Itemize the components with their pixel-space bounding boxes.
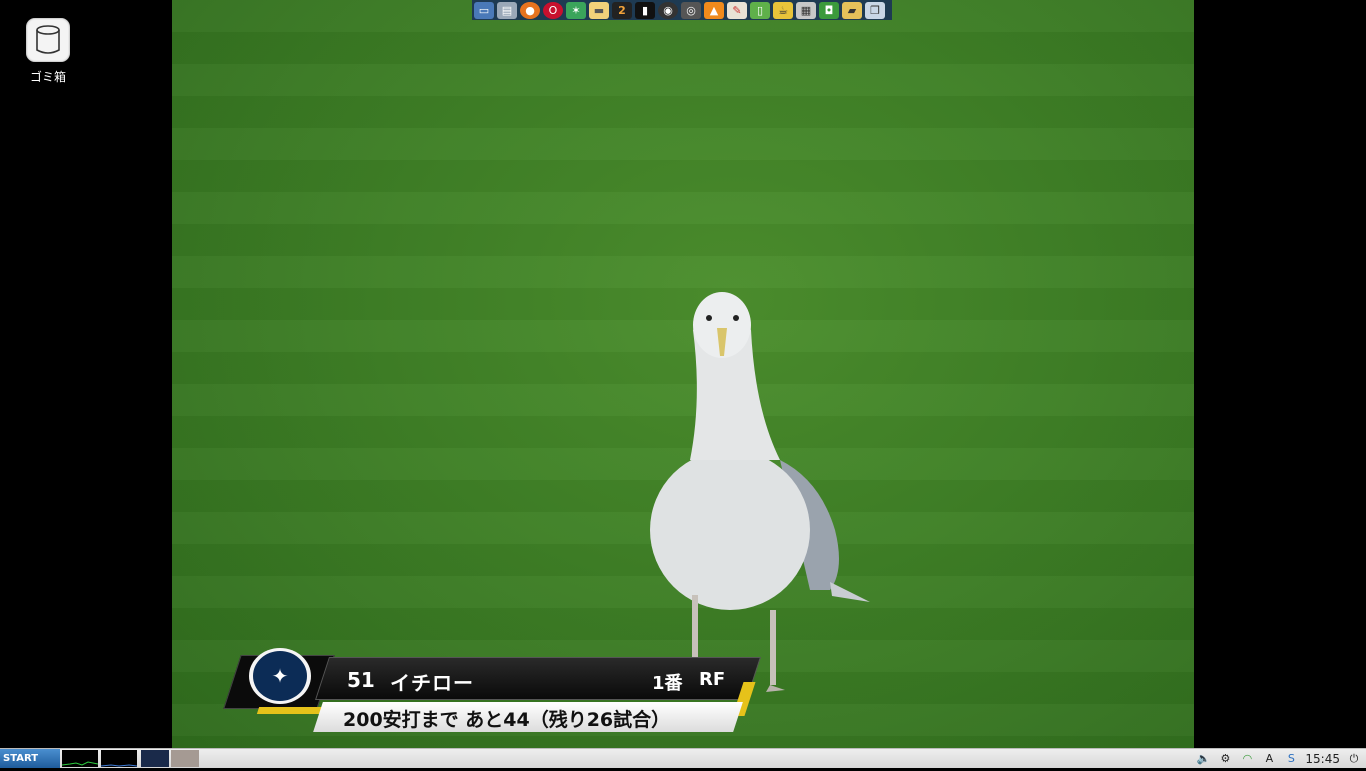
stat-caption: 200安打まで あと44（残り26試合） xyxy=(343,709,671,731)
webcam-icon[interactable]: ◉ xyxy=(658,1,678,19)
seagull-image xyxy=(650,292,870,692)
wifi-icon[interactable]: ◠ xyxy=(1239,752,1255,766)
trash-bin-icon xyxy=(26,18,70,62)
vlc-icon[interactable]: ▲ xyxy=(704,1,724,19)
player-number: 51 xyxy=(347,668,375,692)
input-method-icon[interactable]: A xyxy=(1261,752,1277,766)
taskbar: START 🔈 ⚙ ◠ A S 15:45 ⏻ xyxy=(0,748,1366,768)
film-app-icon[interactable]: ▮ xyxy=(635,1,655,19)
trash-label: ゴミ箱 xyxy=(29,70,66,84)
network-graph-icon xyxy=(100,764,138,767)
fielding-position: RF xyxy=(699,669,726,690)
opera-icon[interactable]: O xyxy=(543,1,563,19)
clock[interactable]: 15:45 xyxy=(1305,752,1340,766)
paint-app-icon[interactable]: ✎ xyxy=(727,1,747,19)
workspace-1[interactable] xyxy=(141,750,169,767)
document-icon[interactable]: ▯ xyxy=(750,1,770,19)
power-icon[interactable]: ⏻ xyxy=(1346,752,1362,766)
network-monitor-widget[interactable] xyxy=(100,750,138,767)
teapot-icon[interactable]: ☕ xyxy=(773,1,793,19)
player-name: イチロー xyxy=(390,671,474,695)
star-app-icon[interactable]: ✶ xyxy=(566,1,586,19)
start-button[interactable]: START xyxy=(0,749,60,768)
calculator-icon[interactable]: ▦ xyxy=(796,1,816,19)
disc-app-icon[interactable]: ◎ xyxy=(681,1,701,19)
image-app-icon[interactable]: ◘ xyxy=(819,1,839,19)
network-settings-icon[interactable]: ⚙ xyxy=(1217,752,1233,766)
desktop: ゴミ箱 ▭ ▤ ● O ✶ ▬ 2 ▮ ◉ ◎ ▲ ✎ ▯ ☕ ▦ ◘ ▰ ❐ xyxy=(0,0,1366,748)
disk-icon[interactable]: ▤ xyxy=(497,1,517,19)
notes-icon[interactable]: ▬ xyxy=(589,1,609,19)
trash-desktop-icon[interactable]: ゴミ箱 xyxy=(18,18,78,85)
update-icon[interactable]: S xyxy=(1283,752,1299,766)
system-tray: 🔈 ⚙ ◠ A S 15:45 ⏻ xyxy=(1195,749,1366,768)
volume-icon[interactable]: 🔈 xyxy=(1195,752,1211,766)
cpu-monitor-widget[interactable] xyxy=(61,750,99,767)
app-launcher-dock: ▭ ▤ ● O ✶ ▬ 2 ▮ ◉ ◎ ▲ ✎ ▯ ☕ ▦ ◘ ▰ ❐ xyxy=(472,0,892,20)
cpu-graph-icon xyxy=(61,761,99,766)
monitor-icon[interactable]: ▭ xyxy=(474,1,494,19)
folder-app-icon[interactable]: ▰ xyxy=(842,1,862,19)
firefox-icon[interactable]: ● xyxy=(520,1,540,19)
start-label: START xyxy=(3,753,39,764)
accent-stripe xyxy=(256,707,326,714)
window-app-icon[interactable]: ❐ xyxy=(865,1,885,19)
batting-order: 1番 xyxy=(652,673,683,694)
player-name-bar xyxy=(315,657,761,700)
workspace-2[interactable] xyxy=(171,750,199,767)
mariners-logo-icon: ✦ xyxy=(249,648,311,704)
number-two-app-icon[interactable]: 2 xyxy=(612,1,632,19)
